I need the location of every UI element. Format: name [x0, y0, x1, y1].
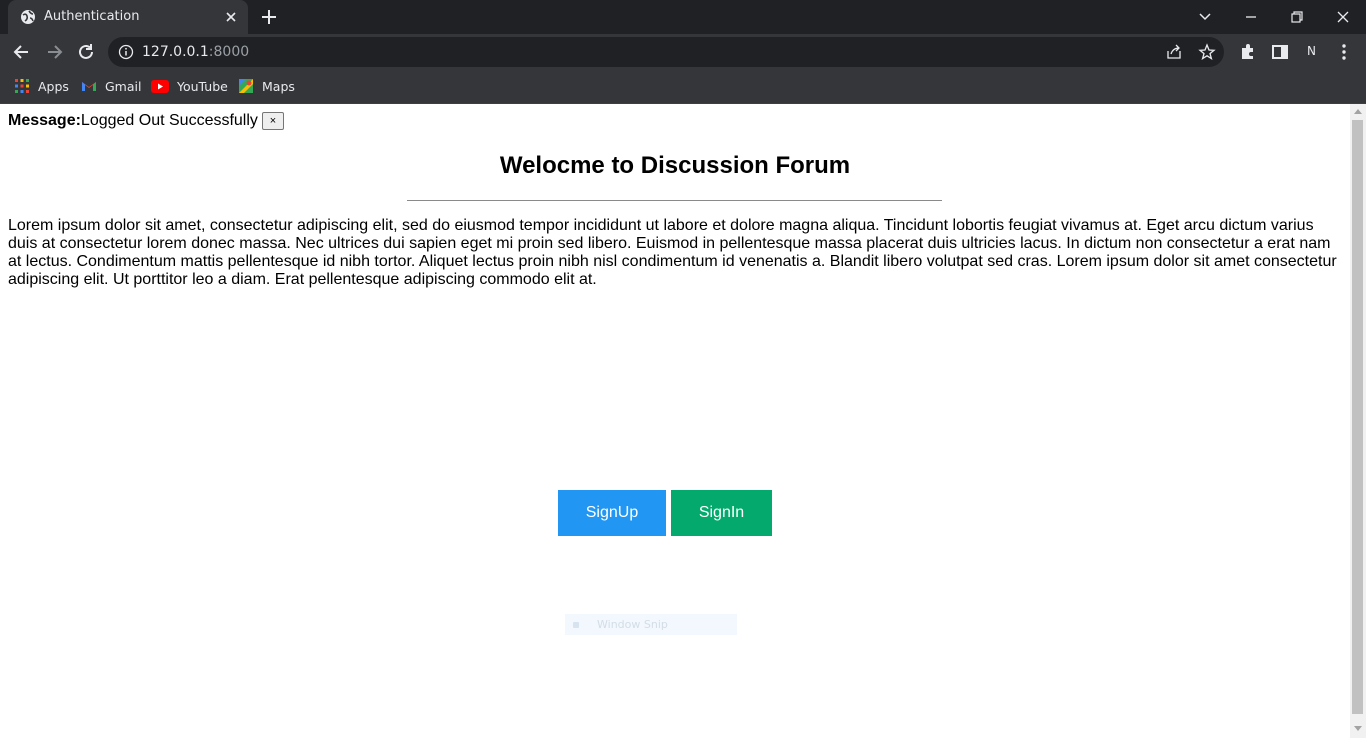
- globe-icon: [21, 10, 35, 24]
- scroll-down-arrow-icon[interactable]: [1354, 726, 1362, 732]
- scroll-up-arrow-icon[interactable]: [1354, 108, 1362, 114]
- tab-search-icon[interactable]: [1194, 6, 1216, 28]
- bookmark-label: Maps: [262, 78, 295, 94]
- reload-icon[interactable]: [76, 42, 96, 62]
- scrollbar-thumb[interactable]: [1352, 120, 1363, 714]
- minimize-icon[interactable]: [1240, 6, 1262, 28]
- address-bar[interactable]: 127.0.0.1:8000: [108, 37, 1224, 67]
- message-label: Message:: [8, 112, 81, 130]
- gmail-icon: [82, 82, 96, 91]
- kebab-menu-icon[interactable]: [1334, 42, 1354, 62]
- bookmark-maps[interactable]: Maps: [238, 76, 295, 96]
- youtube-icon: [151, 79, 169, 93]
- flash-message: Message:Logged Out Successfully ×: [8, 112, 284, 130]
- bookmark-gmail[interactable]: Gmail: [81, 76, 141, 96]
- bookmark-label: Apps: [38, 78, 69, 94]
- url-port: :8000: [208, 44, 250, 60]
- close-window-icon[interactable]: [1332, 6, 1354, 28]
- page-viewport: Message:Logged Out Successfully × Welocme…: [0, 104, 1350, 738]
- side-panel-icon[interactable]: [1270, 42, 1290, 62]
- message-close-button[interactable]: ×: [261, 112, 284, 130]
- browser-tab[interactable]: Authentication: [8, 0, 248, 34]
- apps-grid-icon: [15, 79, 29, 93]
- snip-icon: [573, 621, 579, 628]
- forward-arrow-icon[interactable]: [44, 42, 64, 62]
- snip-label: Window Snip: [597, 618, 668, 631]
- vertical-scrollbar[interactable]: [1350, 104, 1366, 738]
- browser-tab-strip: Authentication: [0, 0, 1366, 34]
- restore-icon[interactable]: [1286, 6, 1308, 28]
- window-snip-overlay: Window Snip: [565, 614, 737, 635]
- info-icon[interactable]: [118, 44, 134, 60]
- signup-button[interactable]: SignUp: [558, 490, 666, 536]
- share-icon[interactable]: [1166, 44, 1182, 60]
- bookmark-apps[interactable]: Apps: [14, 76, 69, 96]
- title-divider: [407, 200, 942, 201]
- bookmark-star-icon[interactable]: [1198, 43, 1216, 61]
- new-tab-icon[interactable]: [260, 8, 278, 26]
- back-arrow-icon[interactable]: [12, 42, 32, 62]
- url-host: 127.0.0.1: [142, 44, 209, 60]
- bookmark-label: Gmail: [105, 78, 142, 94]
- profile-avatar[interactable]: N: [1307, 44, 1316, 58]
- page-title: Welocme to Discussion Forum: [499, 152, 851, 179]
- bookmark-label: YouTube: [177, 78, 228, 94]
- browser-toolbar: 127.0.0.1:8000 N: [0, 34, 1366, 70]
- url-text: 127.0.0.1:8000: [142, 44, 249, 60]
- close-tab-icon[interactable]: [224, 10, 238, 24]
- bookmark-youtube[interactable]: YouTube: [151, 76, 228, 96]
- tab-title: Authentication: [44, 9, 140, 24]
- message-text: Logged Out Successfully: [80, 112, 258, 130]
- signin-button[interactable]: SignIn: [671, 490, 772, 536]
- intro-paragraph: Lorem ipsum dolor sit amet, consectetur …: [8, 217, 1337, 288]
- maps-icon: [239, 79, 253, 93]
- bookmarks-bar: Apps Gmail YouTube Maps: [0, 70, 1366, 104]
- extensions-icon[interactable]: [1238, 42, 1258, 62]
